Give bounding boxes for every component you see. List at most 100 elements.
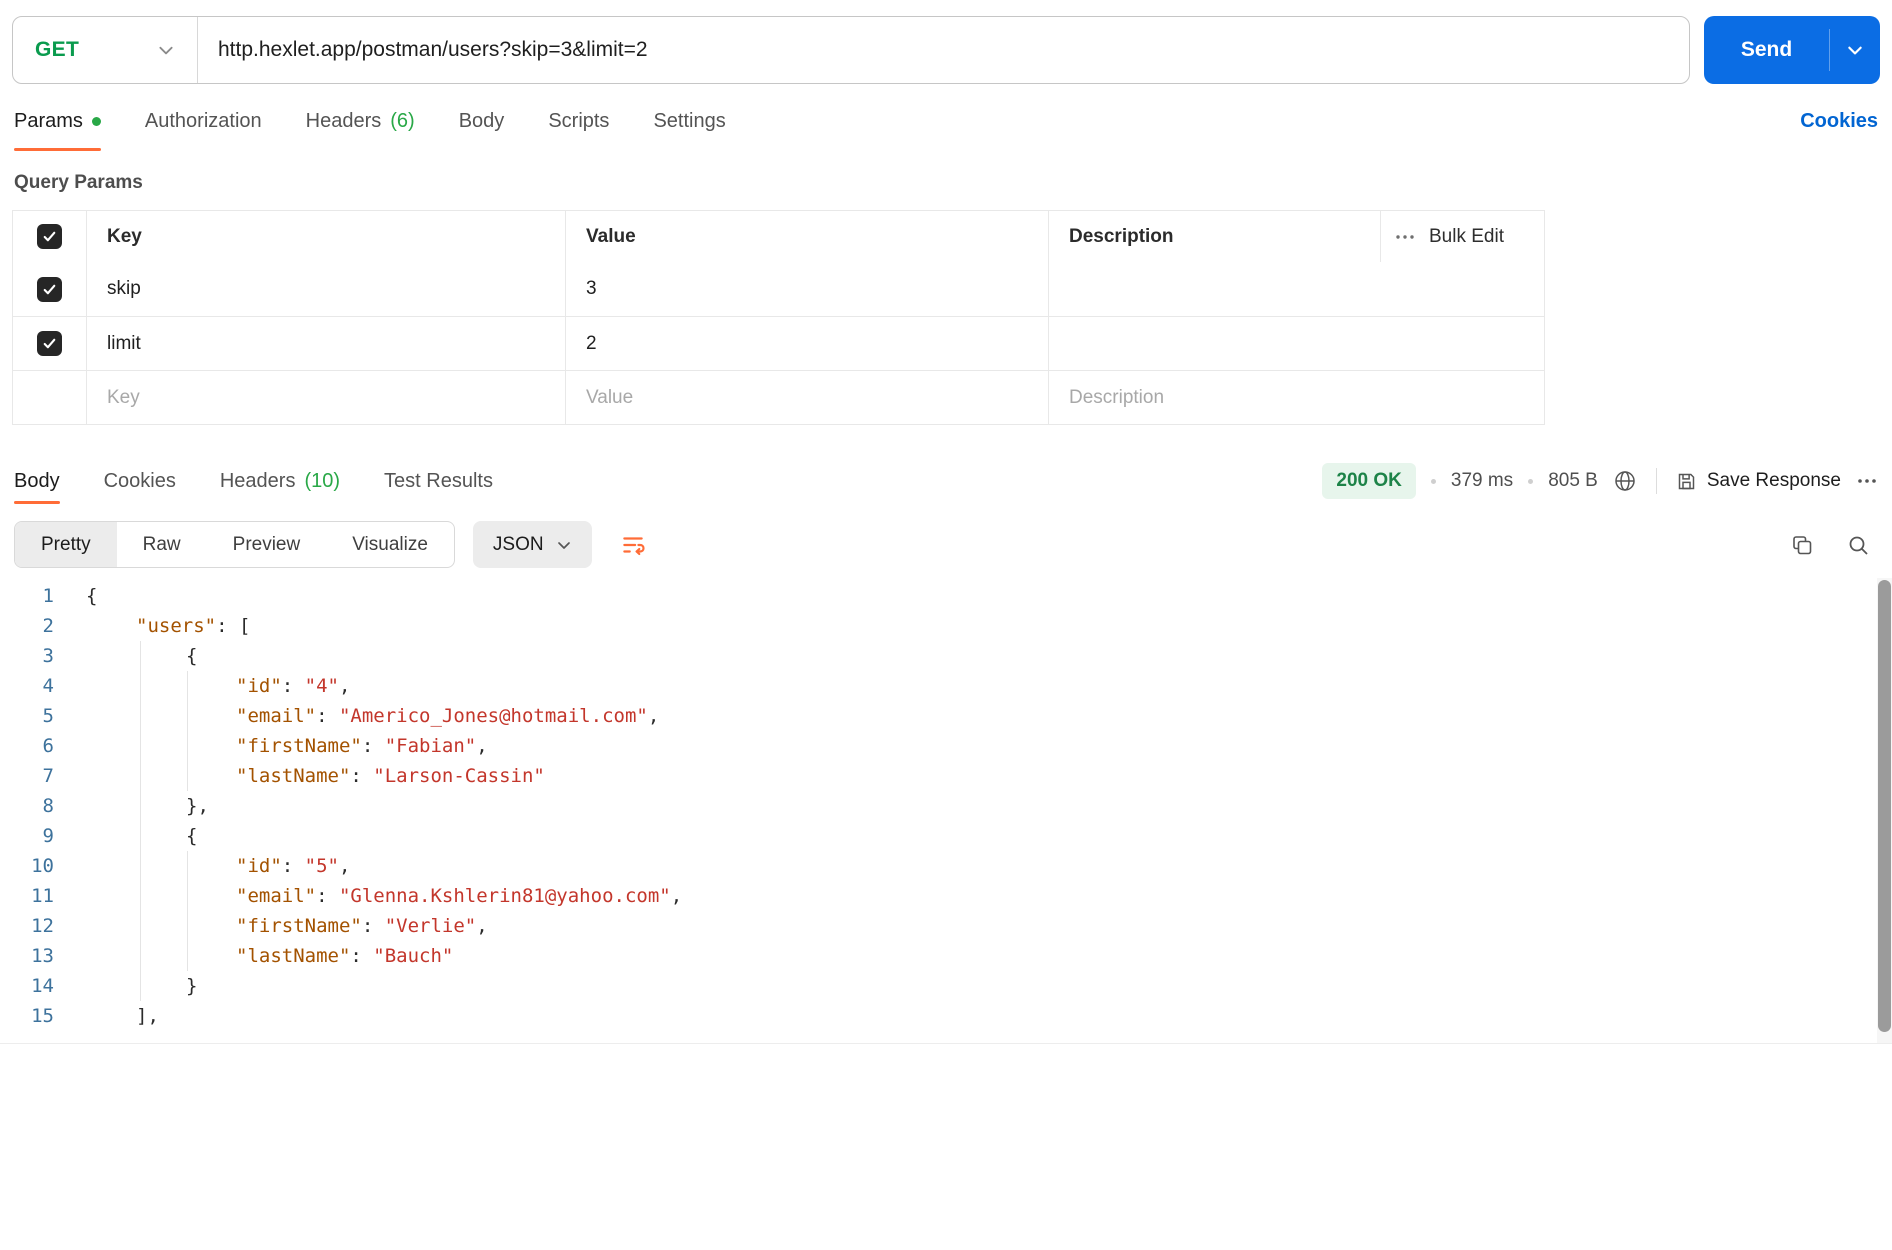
headers-count: (6) — [390, 110, 414, 133]
language-select[interactable]: JSON — [473, 521, 592, 568]
param-description-input[interactable]: Description — [1049, 371, 1544, 424]
wrap-text-icon[interactable] — [610, 522, 656, 568]
param-key-input[interactable]: Key — [87, 371, 566, 424]
tab-scripts[interactable]: Scripts — [548, 106, 609, 136]
send-label: Send — [1704, 38, 1829, 62]
line-number: 9 — [0, 821, 54, 851]
url-box: GET — [12, 16, 1690, 84]
line-number: 14 — [0, 971, 54, 1001]
code-text: { — [54, 641, 197, 671]
indent-guide — [140, 641, 141, 1001]
scrollbar-thumb[interactable] — [1878, 580, 1891, 1032]
row-checkbox[interactable] — [37, 331, 62, 356]
code-line: 11"email": "Glenna.Kshlerin81@yahoo.com"… — [0, 881, 1892, 911]
select-all-checkbox[interactable] — [37, 224, 62, 249]
table-row: limit2 — [13, 316, 1544, 370]
more-options-icon[interactable] — [1856, 477, 1878, 485]
tab-response-body[interactable]: Body — [14, 466, 60, 496]
line-number: 8 — [0, 791, 54, 821]
line-number: 11 — [0, 881, 54, 911]
checkbox-cell — [13, 371, 87, 424]
mode-preview-button[interactable]: Preview — [207, 522, 327, 567]
param-description-cell[interactable] — [1049, 262, 1544, 316]
row-checkbox[interactable] — [37, 277, 62, 302]
table-header-row: Key Value Description Bulk Edit — [13, 211, 1544, 262]
code-text: "id": "5", — [54, 851, 350, 881]
param-description-cell[interactable] — [1049, 317, 1544, 370]
mode-visualize-button[interactable]: Visualize — [326, 522, 454, 567]
code-text: "email": "Glenna.Kshlerin81@yahoo.com", — [54, 881, 682, 911]
line-number: 2 — [0, 611, 54, 641]
param-value-input[interactable]: Value — [566, 371, 1049, 424]
tab-body[interactable]: Body — [459, 106, 505, 136]
code-line: 2"users": [ — [0, 611, 1892, 641]
param-value-cell[interactable]: 2 — [566, 317, 1049, 370]
code-line: 12"firstName": "Verlie", — [0, 911, 1892, 941]
tab-settings[interactable]: Settings — [653, 106, 725, 136]
mode-pretty-button[interactable]: Pretty — [15, 522, 117, 567]
bulk-edit-button[interactable]: Bulk Edit — [1381, 211, 1544, 262]
code-line: 1{ — [0, 581, 1892, 611]
indent-guide — [187, 671, 188, 791]
line-number: 13 — [0, 941, 54, 971]
search-icon[interactable] — [1846, 533, 1870, 557]
copy-icon[interactable] — [1790, 533, 1814, 557]
tab-test-results[interactable]: Test Results — [384, 466, 493, 496]
param-key-cell[interactable]: limit — [87, 317, 566, 370]
checkbox-cell — [13, 317, 87, 370]
line-number: 12 — [0, 911, 54, 941]
method-label: GET — [35, 38, 79, 62]
code-text: "lastName": "Bauch" — [54, 941, 453, 971]
save-response-label: Save Response — [1707, 470, 1841, 492]
query-params-table: Key Value Description Bulk Edit skip3lim… — [12, 210, 1545, 425]
response-tabs: Body Cookies Headers (10) Test Results — [14, 459, 493, 503]
dot-separator — [1431, 479, 1436, 484]
code-text: "firstName": "Verlie", — [54, 911, 488, 941]
cookies-link[interactable]: Cookies — [1800, 110, 1878, 133]
code-line: 13"lastName": "Bauch" — [0, 941, 1892, 971]
mode-raw-button[interactable]: Raw — [117, 522, 207, 567]
code-text: "users": [ — [54, 611, 250, 641]
tab-response-cookies[interactable]: Cookies — [104, 466, 176, 496]
code-text: "firstName": "Fabian", — [54, 731, 488, 761]
table-row: skip3 — [13, 262, 1544, 316]
params-modified-dot — [92, 117, 101, 126]
url-input[interactable] — [198, 17, 1689, 83]
divider — [1656, 468, 1657, 494]
response-time: 379 ms — [1451, 470, 1513, 492]
tab-params[interactable]: Params — [14, 106, 101, 136]
code-line: 3{ — [0, 641, 1892, 671]
status-badge[interactable]: 200 OK — [1322, 463, 1415, 499]
code-text: }, — [54, 791, 209, 821]
tab-authorization[interactable]: Authorization — [145, 106, 262, 136]
tab-label: Test Results — [384, 470, 493, 493]
bulk-edit-label: Bulk Edit — [1429, 226, 1504, 248]
dot-separator — [1528, 479, 1533, 484]
response-body-editor[interactable]: 1{2"users": [3{4"id": "4",5"email": "Ame… — [0, 578, 1892, 1044]
code-text: "lastName": "Larson-Cassin" — [54, 761, 545, 791]
param-value-cell[interactable]: 3 — [566, 262, 1049, 316]
tab-label: Authorization — [145, 110, 262, 133]
send-button[interactable]: Send — [1704, 16, 1880, 84]
line-number: 7 — [0, 761, 54, 791]
tab-response-headers[interactable]: Headers (10) — [220, 466, 340, 496]
ellipsis-icon[interactable] — [1395, 233, 1415, 241]
column-header-value: Value — [566, 211, 1049, 262]
code-line: 9{ — [0, 821, 1892, 851]
method-select[interactable]: GET — [13, 17, 197, 83]
tab-label: Settings — [653, 110, 725, 133]
code-line: 8}, — [0, 791, 1892, 821]
code-line: 14} — [0, 971, 1892, 1001]
tab-label: Headers — [220, 470, 296, 493]
tab-headers[interactable]: Headers (6) — [306, 106, 415, 136]
line-number: 3 — [0, 641, 54, 671]
tab-label: Body — [459, 110, 505, 133]
line-number: 10 — [0, 851, 54, 881]
code-line: 10"id": "5", — [0, 851, 1892, 881]
save-response-button[interactable]: Save Response — [1676, 470, 1841, 492]
chevron-down-icon[interactable] — [1830, 41, 1880, 59]
table-row-placeholder: KeyValueDescription — [13, 370, 1544, 424]
network-globe-icon[interactable] — [1613, 469, 1637, 493]
param-key-cell[interactable]: skip — [87, 262, 566, 316]
scrollbar[interactable] — [1877, 578, 1892, 1043]
